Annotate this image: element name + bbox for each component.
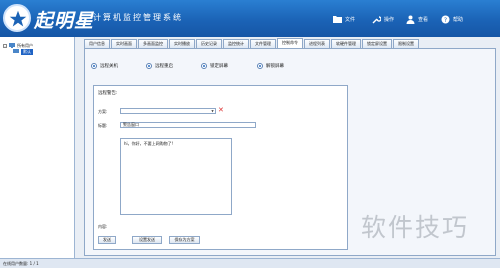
radio-circle[interactable] [91,63,97,69]
user-tree-panel: - 所有用户 默认 [0,37,75,258]
radio-circle[interactable] [257,63,263,69]
menu-operate[interactable]: 操作 [372,14,394,24]
content-label: 内容: [98,224,108,229]
watermark: 软件技巧 [361,213,470,242]
app-title: 计算机监控管理系统 [93,13,183,22]
tree-item-label: 默认 [21,49,33,55]
tab-live-playback[interactable]: 实时播放 [169,39,195,48]
title-bar: 起明星 计算机监控管理系统 文件 操作 查看 ? 帮助 [0,0,500,37]
menu-file[interactable]: 文件 [333,14,355,24]
title-input[interactable]: 警告窗口 [120,122,256,128]
person-icon [406,15,415,24]
svg-text:?: ? [444,17,447,24]
online-count-value: 1 / 1 [29,261,39,266]
menu-operate-label: 操作 [384,16,395,23]
star-logo-icon [3,4,31,32]
radio-remote-restart[interactable]: 远程重启 [146,63,173,69]
menu-file-label: 文件 [345,16,356,23]
menu-view-label: 查看 [418,16,429,23]
tab-control-commands[interactable]: 控制命令 [277,38,303,48]
box-title: 远程警告: [98,91,118,96]
logo-text: 起明星 [34,10,95,32]
tree-item-default[interactable]: 默认 [13,49,33,55]
help-icon: ? [441,15,450,24]
tab-live-screen[interactable]: 实时画面 [111,39,137,48]
online-count-label: 在线用户数量: [3,261,29,266]
status-bar: 在线用户数量: 1 / 1 [0,258,500,268]
radio-label: 解锁屏幕 [266,64,284,69]
tab-restrictions[interactable]: 限制设置 [393,39,419,48]
chevron-down-icon[interactable]: ▼ [210,109,215,113]
radio-label: 远程重启 [155,64,173,69]
radio-circle[interactable] [201,63,207,69]
scheme-label: 方案: [98,109,108,114]
radio-circle[interactable] [146,63,152,69]
menu-help-label: 帮助 [453,16,464,23]
radio-remote-shutdown[interactable]: 远程关机 [91,63,118,69]
remote-warning-box: 远程警告: 方案: ▼ ✕ 标题: 警告窗口 hi，你好，不要上网购物了! 内容… [93,85,348,250]
scheme-select[interactable]: ▼ [120,108,216,114]
message-textarea[interactable]: hi，你好，不要上网购物了! [120,138,232,215]
radio-lock-screen[interactable]: 锁定屏幕 [201,63,228,69]
folder-icon [333,15,342,24]
collapse-icon[interactable]: - [3,44,7,48]
menu-view[interactable]: 查看 [406,14,428,24]
menu-help[interactable]: ? 帮助 [441,14,463,24]
set-send-button[interactable]: 设置发送 [132,236,162,244]
tab-user-info[interactable]: 用户信息 [84,39,110,48]
radio-label: 锁定屏幕 [210,64,228,69]
tab-process-list[interactable]: 进程列表 [304,39,330,48]
save-as-scheme-button[interactable]: 保存为方案 [169,236,200,244]
tab-strip: 用户信息 实时画面 多画面监控 实时播放 历史记录 监控统计 文件管理 控制命令… [84,38,420,48]
send-button[interactable]: 发送 [98,236,116,244]
tab-hardware-software[interactable]: 软硬件管理 [331,39,361,48]
radio-label: 远程关机 [100,64,118,69]
delete-scheme-icon[interactable]: ✕ [218,107,224,114]
tab-file-manager[interactable]: 文件管理 [250,39,276,48]
radio-unlock-screen[interactable]: 解锁屏幕 [257,63,284,69]
wrench-icon [372,15,381,24]
tab-history[interactable]: 历史记录 [196,39,222,48]
computer-icon [13,49,19,55]
tab-statistics[interactable]: 监控统计 [223,39,249,48]
title-label: 标题: [98,123,108,128]
tab-multi-monitor[interactable]: 多画面监控 [138,39,168,48]
tab-lock-screen-settings[interactable]: 锁定屏设置 [362,39,392,48]
